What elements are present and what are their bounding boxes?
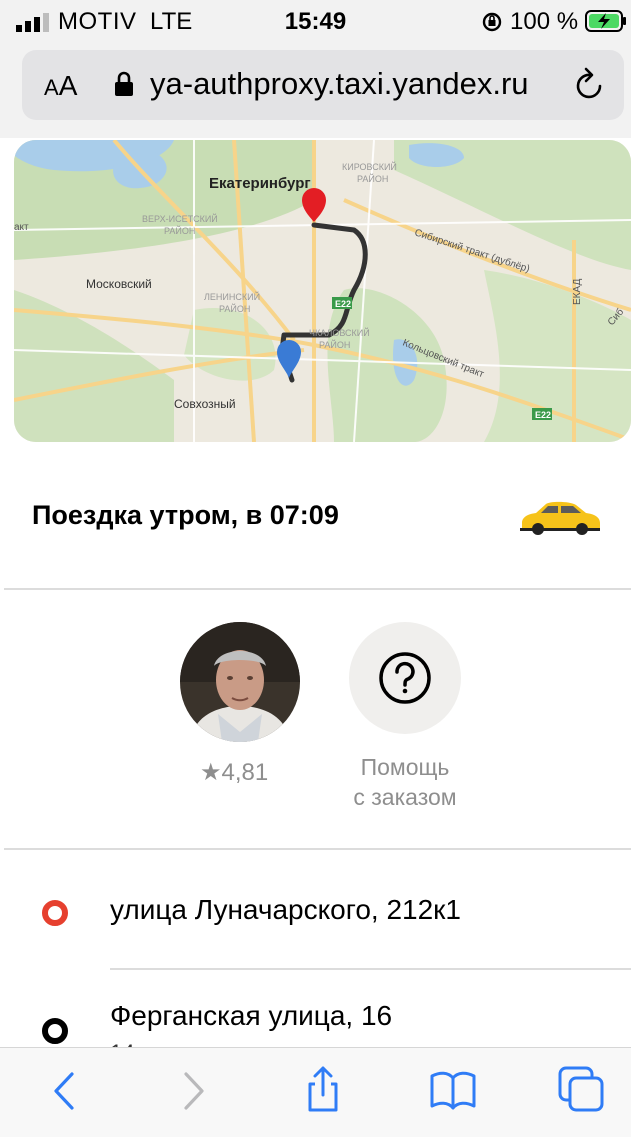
map-canvas: Екатеринбург КИРОВСКИЙ РАЙОН ВЕРХ-ИСЕТСК… bbox=[14, 140, 631, 442]
driver-rating: ★4,81 bbox=[200, 758, 268, 787]
map-label-chkalovsky-1: ЧКАЛОВСКИЙ bbox=[309, 327, 370, 338]
help-button[interactable] bbox=[349, 622, 461, 734]
driver-photo bbox=[180, 622, 300, 742]
lock-icon bbox=[114, 70, 134, 103]
route-map[interactable]: Екатеринбург КИРОВСКИЙ РАЙОН ВЕРХ-ИСЕТСК… bbox=[14, 140, 631, 442]
map-label-kirovsky-2: РАЙОН bbox=[357, 173, 388, 184]
origin-dot-icon bbox=[40, 898, 70, 933]
map-label-sovkhozny: Совхозный bbox=[174, 397, 236, 411]
map-label-kirovsky-1: КИРОВСКИЙ bbox=[342, 161, 397, 172]
rotation-lock-icon bbox=[480, 10, 504, 39]
route-origin[interactable]: улица Луначарского, 212к1 bbox=[110, 894, 461, 926]
destination-dot-icon bbox=[40, 1016, 70, 1051]
star-icon: ★ bbox=[200, 759, 222, 786]
rating-value: 4,81 bbox=[221, 759, 269, 786]
text-size-small-a: A bbox=[44, 75, 59, 100]
map-label-verkh-1: ВЕРХ-ИСЕТСКИЙ bbox=[142, 213, 218, 224]
book-icon bbox=[430, 1071, 476, 1110]
share-button[interactable] bbox=[298, 1064, 348, 1114]
back-button[interactable] bbox=[40, 1064, 90, 1114]
map-label-left-edge: акт bbox=[14, 222, 29, 233]
map-label-ekad: ЕКАД bbox=[572, 279, 583, 305]
driver-avatar[interactable] bbox=[180, 622, 300, 742]
taxi-car-icon bbox=[518, 497, 602, 542]
map-label-leninsky-1: ЛЕНИНСКИЙ bbox=[204, 291, 260, 302]
tabs-icon bbox=[558, 1066, 604, 1112]
divider bbox=[4, 848, 631, 850]
battery-percent: 100 % bbox=[510, 8, 579, 35]
text-size-large-a: A bbox=[58, 70, 78, 101]
tabs-button[interactable] bbox=[556, 1064, 606, 1114]
map-label-leninsky-2: РАЙОН bbox=[219, 303, 250, 314]
bookmarks-button[interactable] bbox=[428, 1064, 478, 1114]
battery-charging-icon bbox=[585, 10, 627, 37]
question-icon bbox=[379, 652, 431, 704]
forward-button[interactable] bbox=[168, 1064, 218, 1114]
map-label-e22-2: E22 bbox=[535, 410, 551, 420]
text-size-button[interactable]: AA bbox=[44, 70, 77, 102]
route-divider bbox=[110, 968, 631, 970]
map-label-verkh-2: РАЙОН bbox=[164, 225, 195, 236]
map-label-chkalovsky-2: РАЙОН bbox=[319, 339, 350, 350]
help-label-line2: с заказом bbox=[353, 784, 457, 810]
route-destination[interactable]: Ферганская улица, 16 bbox=[110, 1000, 392, 1032]
chevron-left-icon bbox=[54, 1072, 74, 1110]
map-label-moskovsky: Московский bbox=[86, 277, 152, 291]
share-icon bbox=[308, 1066, 338, 1112]
trip-title: Поездка утром, в 07:09 bbox=[32, 500, 339, 530]
reload-icon[interactable] bbox=[572, 64, 608, 109]
help-label[interactable]: Помощь с заказом bbox=[330, 752, 480, 812]
chevron-right-icon bbox=[184, 1072, 204, 1110]
map-label-e22-1: E22 bbox=[335, 299, 351, 309]
divider bbox=[4, 588, 631, 590]
url-text[interactable]: ya-authproxy.taxi.yandex.ru bbox=[150, 66, 552, 102]
help-label-line1: Помощь bbox=[360, 754, 450, 780]
map-label-city: Екатеринбург bbox=[209, 175, 311, 192]
